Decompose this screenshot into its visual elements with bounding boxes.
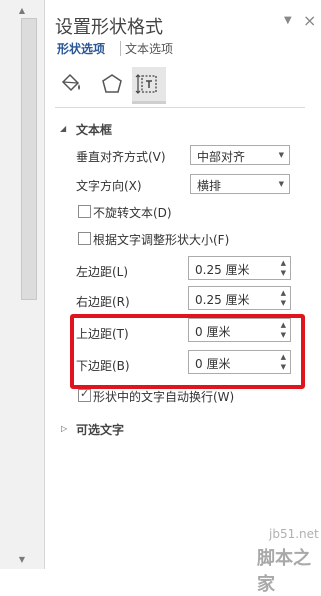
collapse-arrow-icon[interactable]: ◢: [60, 124, 66, 133]
watermark-site: jb51.net: [269, 527, 319, 541]
format-shape-pane: 设置形状格式 ▼ × 形状选项 文本选项 ◢ 文本框 垂直对齐方式(V) 中部对…: [45, 0, 321, 595]
pane-title: 设置形状格式: [55, 17, 163, 38]
textbox-layout-icon[interactable]: [135, 70, 163, 98]
vertical-align-value: 中部对齐: [197, 150, 246, 164]
wrap-text-label[interactable]: 形状中的文字自动换行(W): [93, 388, 234, 405]
tab-divider: [120, 41, 121, 56]
wrap-text-checkbox[interactable]: ✓: [78, 387, 91, 402]
tab-text-options[interactable]: 文本选项: [125, 40, 173, 57]
spin-up-icon[interactable]: ▲: [281, 259, 286, 267]
spin-down-icon[interactable]: ▼: [281, 299, 286, 307]
section-textbox-title[interactable]: 文本框: [76, 121, 112, 138]
section-alt-text-title[interactable]: 可选文字: [76, 421, 124, 438]
highlight-box: [70, 314, 305, 389]
pentagon-icon[interactable]: [98, 70, 126, 98]
spin-down-icon[interactable]: ▼: [281, 269, 286, 277]
text-direction-value: 横排: [197, 179, 222, 193]
no-rotate-label[interactable]: 不旋转文本(D): [93, 204, 172, 221]
scroll-down-arrow[interactable]: ▼: [0, 551, 44, 567]
no-rotate-checkbox[interactable]: [78, 205, 91, 218]
left-margin-label: 左边距(L): [76, 265, 129, 279]
section-divider: [55, 107, 305, 108]
fill-bucket-icon[interactable]: [57, 70, 85, 98]
pane-options-icon[interactable]: ▼: [284, 15, 292, 26]
close-icon[interactable]: ×: [303, 11, 316, 30]
scroll-up-arrow[interactable]: ▲: [0, 2, 44, 18]
expand-arrow-icon[interactable]: ▷: [61, 424, 67, 433]
spin-up-icon[interactable]: ▲: [281, 289, 286, 297]
scroll-thumb[interactable]: [21, 18, 37, 300]
vertical-align-dropdown[interactable]: 中部对齐 ▼: [190, 145, 290, 165]
text-direction-label: 文字方向(X): [76, 179, 142, 193]
watermark-brand: 脚本之家: [257, 548, 311, 595]
tab-shape-options[interactable]: 形状选项: [57, 40, 105, 57]
left-margin-value: 0.25 厘米: [195, 263, 250, 277]
scrollbar[interactable]: ▲ ▼: [0, 0, 45, 569]
chevron-down-icon: ▼: [278, 180, 284, 188]
autofit-checkbox[interactable]: [78, 232, 91, 245]
right-margin-value: 0.25 厘米: [195, 293, 250, 307]
vertical-align-label: 垂直对齐方式(V): [76, 150, 166, 164]
chevron-down-icon: ▼: [278, 151, 284, 159]
checkmark-icon: ✓: [80, 387, 90, 400]
autofit-label[interactable]: 根据文字调整形状大小(F): [93, 231, 229, 248]
text-direction-dropdown[interactable]: 横排 ▼: [190, 174, 290, 194]
left-margin-spinner[interactable]: 0.25 厘米 ▲ ▼: [188, 256, 291, 280]
right-margin-label: 右边距(R): [76, 295, 130, 309]
right-margin-spinner[interactable]: 0.25 厘米 ▲ ▼: [188, 286, 291, 310]
